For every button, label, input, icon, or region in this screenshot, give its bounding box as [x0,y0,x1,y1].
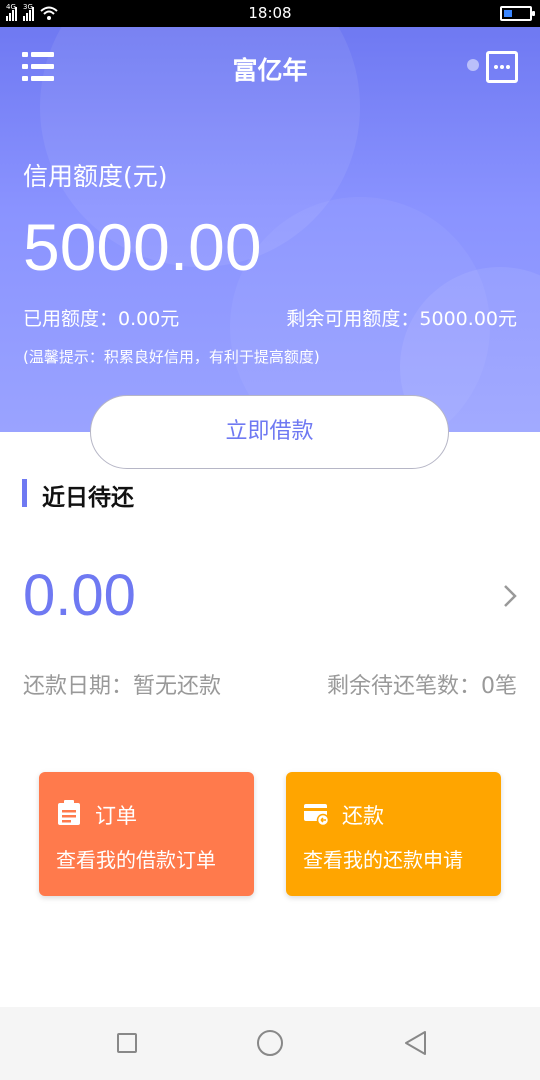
recent-apps-icon[interactable] [117,1033,137,1053]
top-bar: 富亿年 [0,27,540,107]
repay-card-desc: 查看我的还款申请 [303,848,463,872]
clipboard-icon [56,800,82,826]
used-credit: 已用额度：0.00元 [23,308,180,330]
borrow-now-button[interactable]: 立即借款 [90,395,449,469]
remaining-repayment-count: 剩余待还笔数：0笔 [327,674,517,699]
status-time: 18:08 [248,4,292,22]
system-nav-bar [0,1007,540,1080]
credit-hero: 富亿年 信用额度(元) 5000.00 已用额度：0.00元 剩余可用额度：50… [0,27,540,432]
chat-icon[interactable] [486,51,518,83]
repay-card[interactable]: 还款 查看我的还款申请 [286,772,501,896]
due-amount[interactable]: 0.00 [23,562,136,629]
page-title: 富亿年 [232,56,308,85]
order-card-desc: 查看我的借款订单 [56,848,216,872]
repayment-date: 还款日期：暂无还款 [23,674,222,699]
home-icon[interactable] [257,1030,283,1056]
back-icon[interactable] [403,1029,429,1057]
section-title: 近日待还 [42,485,134,511]
chevron-right-icon[interactable] [498,582,522,610]
credit-limit-label: 信用额度(元) [23,162,168,191]
battery-icon [500,6,535,21]
order-card[interactable]: 订单 查看我的借款订单 [39,772,254,896]
remaining-credit: 剩余可用额度：5000.00元 [286,308,517,330]
repay-card-title: 还款 [342,804,384,828]
credit-tip: (温馨提示：积累良好信用，有利于提高额度) [23,348,320,366]
status-bar: 4G 3G 18:08 [0,0,540,27]
order-card-title: 订单 [95,804,137,828]
credit-limit-amount: 5000.00 [23,210,262,284]
decorative-dot [467,59,479,71]
section-accent-bar [22,479,27,507]
card-icon [303,800,330,827]
